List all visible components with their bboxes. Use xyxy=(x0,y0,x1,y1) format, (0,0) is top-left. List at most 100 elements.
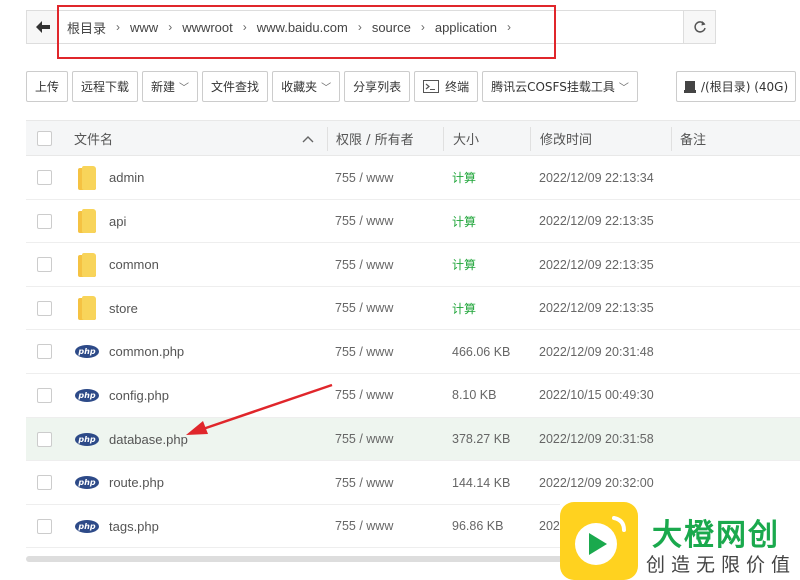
row-checkbox[interactable] xyxy=(37,257,52,273)
path-bar: 根目录 › www › wwwroot › www.baidu.com › source › app… xyxy=(26,10,716,44)
file-size: 466.06 KB xyxy=(452,344,511,359)
file-name[interactable]: admin xyxy=(109,156,144,199)
file-perm[interactable]: 755 / www xyxy=(335,505,393,548)
file-perm[interactable]: 755 / www xyxy=(335,374,393,417)
remote-download-button[interactable]: 远程下载 xyxy=(72,71,139,102)
breadcrumb-item[interactable]: 根目录 xyxy=(67,18,106,37)
folder-icon xyxy=(78,252,96,277)
file-search-button[interactable]: 文件查找 xyxy=(202,71,269,102)
favorites-dropdown[interactable]: 收藏夹 ﹀ xyxy=(272,71,341,102)
file-size[interactable]: 计算 xyxy=(452,156,476,199)
row-checkbox[interactable] xyxy=(37,387,52,403)
file-icon-cell: php xyxy=(75,461,99,504)
horizontal-scrollbar[interactable] xyxy=(26,556,620,562)
row-checkbox[interactable] xyxy=(37,518,52,534)
file-perm[interactable]: 755 / www xyxy=(335,287,393,330)
file-name[interactable]: tags.php xyxy=(109,505,159,548)
php-file-icon: php xyxy=(75,432,99,446)
table-row[interactable]: php route.php 755 / www 144.14 KB 2022/12/09… xyxy=(26,461,800,505)
header-perm-label: 权限 / 所有者 xyxy=(336,133,414,148)
folder-icon xyxy=(78,296,96,321)
chevron-down-icon: ﹀ xyxy=(618,83,629,94)
toolbar: 上传 远程下载 新建 ﹀ 文件查找 收藏夹 ﹀ 分享列表 终端 腾讯云COSFS挂载… xyxy=(26,71,638,102)
file-size: 378.27 KB xyxy=(452,432,511,447)
play-icon xyxy=(575,516,626,565)
table-row[interactable]: php common.php 755 / www 466.06 KB 2022/12/0… xyxy=(26,330,800,374)
breadcrumb-item[interactable]: www xyxy=(130,20,158,35)
select-all-checkbox[interactable] xyxy=(37,131,52,146)
favorites-label: 收藏夹 xyxy=(281,80,318,94)
file-name[interactable]: common xyxy=(109,243,159,286)
header-mtime[interactable]: 修改时间 xyxy=(540,121,592,156)
row-select-cell xyxy=(37,461,52,504)
file-name[interactable]: store xyxy=(109,287,138,330)
file-name[interactable]: common.php xyxy=(109,330,184,373)
table-row[interactable]: common 755 / www 计算 2022/12/09 22:13:35 xyxy=(26,243,800,287)
file-perm[interactable]: 755 / www xyxy=(335,330,393,373)
back-button[interactable] xyxy=(27,11,59,43)
share-list-button[interactable]: 分享列表 xyxy=(344,71,411,102)
header-note[interactable]: 备注 xyxy=(680,121,706,156)
row-select-cell xyxy=(37,156,52,199)
file-icon-cell xyxy=(78,287,96,330)
file-perm[interactable]: 755 / www xyxy=(335,200,393,243)
file-perm[interactable]: 755 / www xyxy=(335,243,393,286)
chevron-up-icon xyxy=(302,135,314,142)
file-name[interactable]: config.php xyxy=(109,374,169,417)
table-row[interactable]: store 755 / www 计算 2022/12/09 22:13:35 xyxy=(26,287,800,331)
breadcrumb-item[interactable]: wwwroot xyxy=(182,20,233,35)
file-size[interactable]: 计算 xyxy=(452,287,476,330)
arrow-left-icon xyxy=(35,21,50,33)
row-checkbox[interactable] xyxy=(37,170,52,185)
remote-download-label: 远程下载 xyxy=(81,80,130,94)
header-perm[interactable]: 权限 / 所有者 xyxy=(336,121,414,156)
breadcrumb-item[interactable]: application xyxy=(435,20,497,35)
folder-icon xyxy=(78,209,96,234)
row-checkbox[interactable] xyxy=(37,431,52,447)
table-row[interactable]: admin 755 / www 计算 2022/12/09 22:13:34 xyxy=(26,156,800,200)
upload-button[interactable]: 上传 xyxy=(26,71,69,102)
file-name[interactable]: route.php xyxy=(109,461,164,504)
row-checkbox[interactable] xyxy=(37,475,52,491)
file-size[interactable]: 计算 xyxy=(452,243,476,286)
column-divider xyxy=(671,127,672,151)
chevron-right-icon: › xyxy=(420,20,425,34)
table-row[interactable]: php database.php 755 / www 378.27 KB 2022/12… xyxy=(26,417,800,462)
file-size[interactable]: 计算 xyxy=(452,200,476,243)
row-checkbox[interactable] xyxy=(37,344,52,360)
chevron-right-icon: › xyxy=(168,20,173,34)
cosfs-dropdown[interactable]: 腾讯云COSFS挂载工具 ﹀ xyxy=(482,71,638,102)
row-checkbox[interactable] xyxy=(37,213,52,229)
file-mtime: 2022/12/09 20:31:48 xyxy=(539,344,654,359)
file-perm[interactable]: 755 / www xyxy=(335,418,393,461)
chevron-right-icon: › xyxy=(242,20,247,34)
php-file-icon: php xyxy=(75,345,99,359)
file-icon-cell xyxy=(78,200,96,243)
file-perm[interactable]: 755 / www xyxy=(335,156,393,199)
new-label: 新建 xyxy=(151,80,176,94)
breadcrumb-item[interactable]: www.baidu.com xyxy=(257,20,348,35)
row-select-cell xyxy=(37,505,52,548)
table-row[interactable]: api 755 / www 计算 2022/12/09 22:13:35 xyxy=(26,200,800,244)
file-name[interactable]: database.php xyxy=(109,418,188,461)
file-name[interactable]: api xyxy=(109,200,126,243)
breadcrumb: 根目录 › www › wwwroot › www.baidu.com › source › app… xyxy=(59,11,683,43)
new-dropdown[interactable]: 新建 ﹀ xyxy=(142,71,199,102)
header-size[interactable]: 大小 xyxy=(453,121,479,156)
refresh-button[interactable] xyxy=(683,11,715,43)
disk-button[interactable]: /(根目录) (40G) xyxy=(676,71,796,102)
sort-icon[interactable] xyxy=(302,121,314,156)
file-mtime: 2022/12/09 22:13:35 xyxy=(539,257,654,272)
chevron-right-icon: › xyxy=(507,20,511,34)
table-row[interactable]: php config.php 755 / www 8.10 KB 2022/10/15 … xyxy=(26,374,800,418)
row-checkbox[interactable] xyxy=(37,300,52,316)
breadcrumb-item[interactable]: source xyxy=(372,20,411,35)
file-icon-cell: php xyxy=(75,418,99,461)
php-file-icon: php xyxy=(75,388,99,402)
header-name[interactable]: 文件名 xyxy=(74,121,113,156)
upload-label: 上传 xyxy=(35,80,60,94)
row-select-cell xyxy=(37,287,52,330)
terminal-button[interactable]: 终端 xyxy=(414,71,479,102)
table-header: 文件名 权限 / 所有者 大小 修改时间 备注 xyxy=(26,120,800,156)
file-perm[interactable]: 755 / www xyxy=(335,461,393,504)
